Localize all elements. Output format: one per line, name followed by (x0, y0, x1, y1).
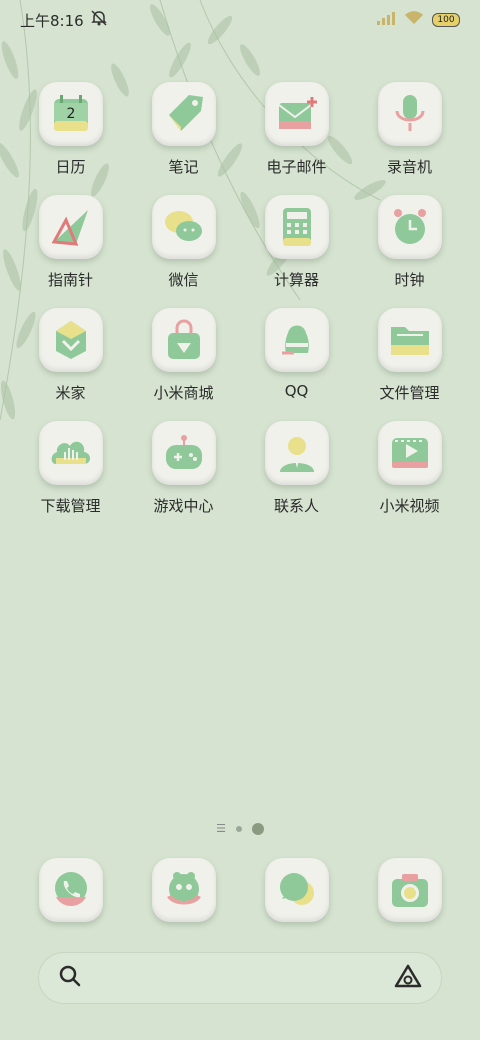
app-mi-store[interactable]: 小米商城 (127, 308, 240, 403)
app-download-manager[interactable]: 下载管理 (14, 421, 127, 516)
recorder-icon[interactable] (377, 82, 442, 146)
mi-video-icon[interactable] (377, 421, 442, 485)
app-label: 时钟 (394, 271, 425, 289)
app-label: QQ (284, 382, 309, 400)
page-list-icon[interactable]: ☰ (216, 822, 226, 835)
search-bar[interactable] (38, 952, 442, 1004)
browser-icon[interactable] (151, 858, 216, 922)
download-manager-icon[interactable] (38, 421, 103, 485)
app-label: 电子邮件 (266, 158, 327, 176)
notes-icon[interactable] (151, 82, 216, 146)
dock (14, 858, 466, 922)
search-icon[interactable] (57, 963, 83, 993)
dock-phone[interactable] (14, 858, 127, 922)
app-label: 米家 (55, 384, 86, 402)
battery-icon: 100 (432, 13, 460, 27)
app-email[interactable]: 电子邮件 (240, 82, 353, 177)
page-indicator[interactable]: ☰ (0, 822, 480, 835)
app-label: 录音机 (386, 158, 432, 176)
mi-store-icon[interactable] (151, 308, 216, 372)
app-clock[interactable]: 时钟 (353, 195, 466, 290)
calendar-day: 2 (66, 106, 75, 122)
app-label: 计算器 (273, 271, 319, 289)
app-label: 笔记 (168, 158, 199, 176)
calendar-icon[interactable]: 2 (38, 82, 103, 146)
email-icon[interactable] (264, 82, 329, 146)
messages-icon[interactable] (264, 858, 329, 922)
app-label: 日历 (55, 158, 86, 176)
app-mijia[interactable]: 米家 (14, 308, 127, 403)
wechat-icon[interactable] (151, 195, 216, 259)
camera-icon[interactable] (377, 858, 442, 922)
calculator-icon[interactable] (264, 195, 329, 259)
app-qq[interactable]: QQ (240, 308, 353, 403)
app-label: 文件管理 (379, 384, 440, 402)
mijia-icon[interactable] (38, 308, 103, 372)
mute-icon (90, 9, 108, 31)
app-calendar[interactable]: 2 日历 (14, 82, 127, 177)
app-file-manager[interactable]: 文件管理 (353, 308, 466, 403)
app-label: 游戏中心 (153, 497, 214, 515)
app-wechat[interactable]: 微信 (127, 195, 240, 290)
compass-icon[interactable] (38, 195, 103, 259)
app-label: 小米商城 (153, 384, 214, 402)
app-label: 下载管理 (40, 497, 101, 515)
status-time: 上午8:16 (20, 11, 84, 30)
app-label: 微信 (168, 271, 199, 289)
page-dot[interactable] (235, 825, 242, 832)
app-game-center[interactable]: 游戏中心 (127, 421, 240, 516)
phone-icon[interactable] (38, 858, 103, 922)
signal-icon (376, 11, 396, 29)
page-dot-active[interactable] (251, 822, 264, 835)
qq-icon[interactable] (264, 308, 329, 372)
app-label: 联系人 (273, 497, 319, 515)
app-notes[interactable]: 笔记 (127, 82, 240, 177)
app-contacts[interactable]: 联系人 (240, 421, 353, 516)
game-center-icon[interactable] (151, 421, 216, 485)
dock-camera[interactable] (353, 858, 466, 922)
dock-messages[interactable] (240, 858, 353, 922)
assistant-icon[interactable] (393, 963, 423, 993)
clock-icon[interactable] (377, 195, 442, 259)
app-mi-video[interactable]: 小米视频 (353, 421, 466, 516)
app-label: 小米视频 (379, 497, 440, 515)
wifi-icon (404, 11, 424, 29)
status-bar: 上午8:16 100 (0, 0, 480, 40)
app-recorder[interactable]: 录音机 (353, 82, 466, 177)
contacts-icon[interactable] (264, 421, 329, 485)
app-label: 指南针 (47, 271, 93, 289)
app-compass[interactable]: 指南针 (14, 195, 127, 290)
file-manager-icon[interactable] (377, 308, 442, 372)
app-grid: 2 日历 笔记 电子邮件 录音机 指南针 微信 计算器 时钟 米家 小米商城 Q… (14, 82, 466, 516)
app-calculator[interactable]: 计算器 (240, 195, 353, 290)
dock-browser[interactable] (127, 858, 240, 922)
